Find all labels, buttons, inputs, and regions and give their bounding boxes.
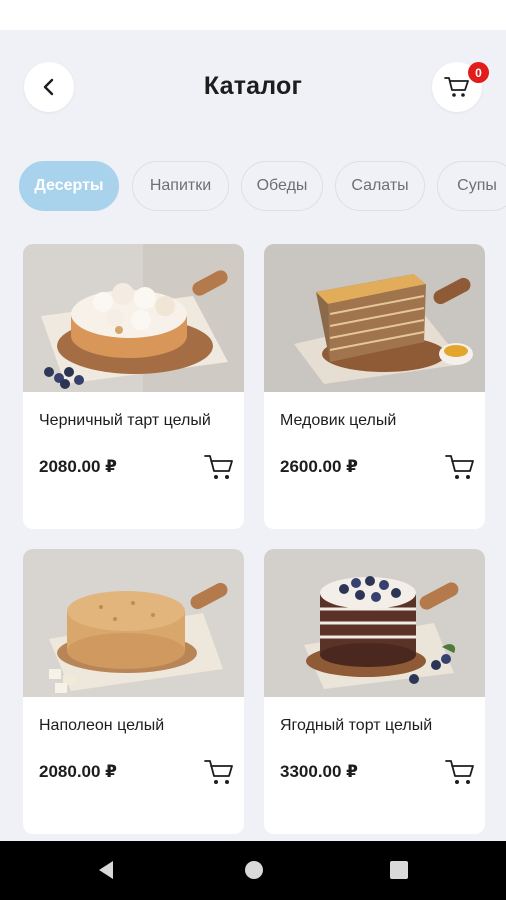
cart-icon: [444, 77, 469, 97]
product-price: 2600.00 ₽: [280, 457, 359, 476]
header: Каталог: [0, 30, 506, 150]
tab-desserts[interactable]: Десерты: [19, 161, 119, 211]
tab-lunches[interactable]: Обеды: [241, 161, 323, 211]
tab-salads[interactable]: Салаты: [335, 161, 425, 211]
add-to-cart-icon[interactable]: [444, 452, 476, 482]
system-navigation-bar: [0, 841, 506, 900]
product-price: 2080.00 ₽: [39, 457, 118, 476]
circle-home-icon[interactable]: [243, 859, 265, 881]
tab-drinks[interactable]: Напитки: [132, 161, 229, 211]
product-image-blueberry-tart: [23, 244, 244, 392]
product-image-honey-cake: [264, 244, 485, 392]
product-price: 3300.00 ₽: [280, 762, 359, 781]
product-card[interactable]: Черничный тарт целый 2080.00 ₽: [23, 244, 244, 529]
page-title: Каталог: [203, 72, 303, 100]
add-to-cart-icon[interactable]: [203, 452, 235, 482]
product-name: Медовик целый: [280, 412, 397, 429]
square-recents-icon[interactable]: [389, 859, 409, 881]
add-to-cart-icon[interactable]: [444, 757, 476, 787]
cart-count-badge: 0: [468, 62, 489, 83]
add-to-cart-icon[interactable]: [203, 757, 235, 787]
product-name: Ягодный торт целый: [280, 717, 433, 734]
product-image-napoleon-cake: [23, 549, 244, 697]
tab-soups[interactable]: Супы: [437, 161, 506, 211]
product-price: 2080.00 ₽: [39, 762, 118, 781]
product-image-berry-cake: [264, 549, 485, 697]
product-card[interactable]: Наполеон целый 2080.00 ₽: [23, 549, 244, 834]
product-name: Наполеон целый: [39, 717, 165, 734]
status-bar: [0, 0, 506, 30]
product-card[interactable]: Ягодный торт целый 3300.00 ₽: [264, 549, 485, 834]
product-name: Черничный тарт целый: [39, 412, 211, 429]
triangle-back-icon[interactable]: [96, 859, 116, 881]
category-tabs: Десерты Напитки Обеды Салаты Супы: [0, 161, 506, 213]
product-card[interactable]: Медовик целый 2600.00 ₽: [264, 244, 485, 529]
